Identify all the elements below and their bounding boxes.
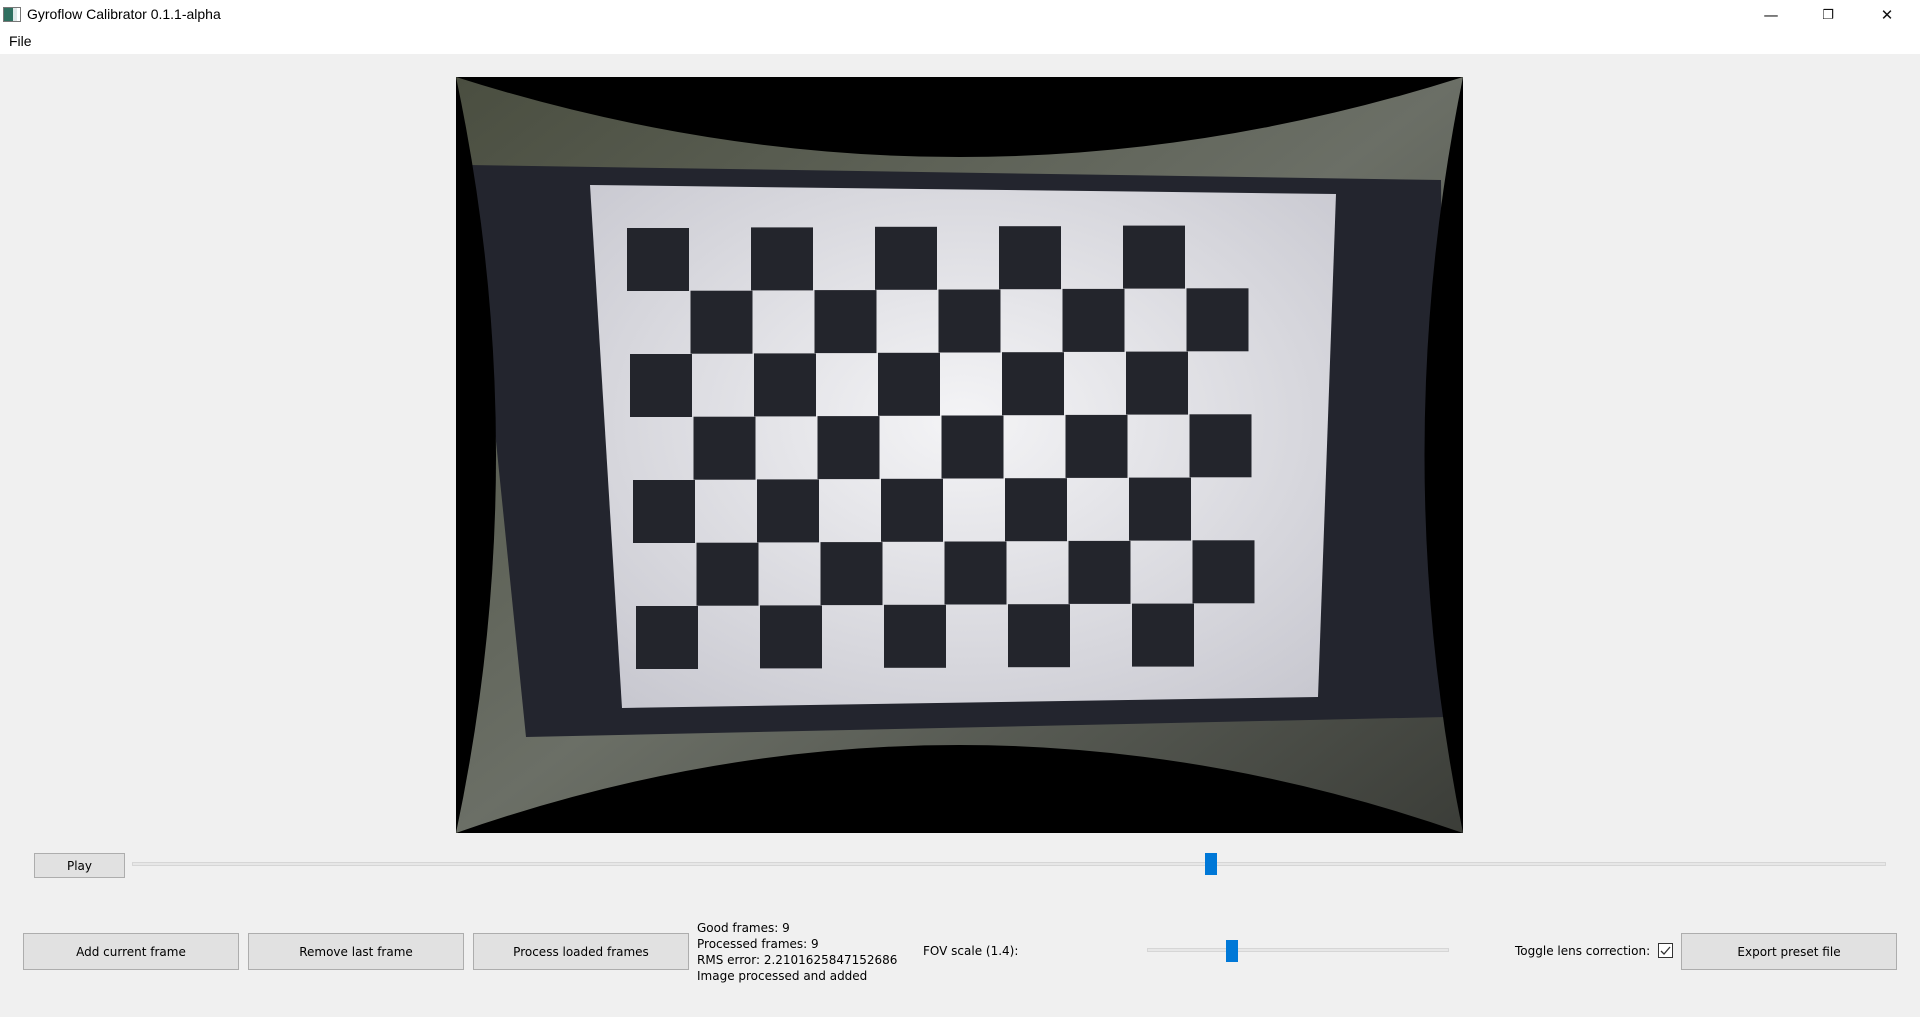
checkmark-icon [1660, 946, 1671, 955]
good-frames-text: Good frames: 9 [697, 921, 790, 935]
fov-scale-slider[interactable] [1147, 948, 1449, 952]
status-message: Image processed and added [697, 969, 868, 983]
close-button[interactable]: ✕ [1864, 0, 1910, 30]
menu-file[interactable]: File [8, 33, 33, 49]
fov-scale-label: FOV scale (1.4): [923, 944, 1019, 958]
checker-square [1005, 478, 1067, 542]
checker-square [875, 226, 937, 290]
checker-square [630, 354, 692, 417]
checker-square [1065, 414, 1128, 478]
checker-square [941, 415, 1004, 479]
restore-button[interactable]: ❐ [1805, 0, 1851, 30]
fov-scale-slider-handle[interactable] [1226, 940, 1238, 962]
checker-square [751, 227, 813, 291]
checker-square [938, 289, 1001, 353]
checker-square [878, 352, 940, 416]
checker-square [760, 605, 822, 669]
checker-square [814, 290, 877, 354]
minimize-button[interactable]: — [1748, 0, 1794, 30]
export-preset-file-button[interactable]: Export preset file [1681, 933, 1897, 970]
lens-correction-label: Toggle lens correction: [1515, 944, 1651, 958]
checker-square [884, 604, 946, 668]
checker-square [999, 226, 1061, 290]
app-icon [3, 7, 21, 22]
checker-square [817, 416, 880, 480]
checker-square [1062, 288, 1125, 352]
checker-square [1008, 604, 1070, 668]
video-preview [456, 77, 1463, 833]
checker-square [690, 290, 753, 354]
checker-square [627, 228, 689, 291]
checker-square [881, 478, 943, 542]
checker-square [696, 542, 759, 606]
timeline-slider[interactable] [132, 862, 1886, 866]
checker-square [1002, 352, 1064, 416]
checker-square [633, 480, 695, 543]
timeline-slider-handle[interactable] [1204, 853, 1217, 875]
checker-square [1186, 288, 1249, 352]
add-current-frame-button[interactable]: Add current frame [23, 933, 239, 970]
checker-square [1123, 225, 1185, 289]
title-bar: Gyroflow Calibrator 0.1.1-alpha — ❐ ✕ [0, 0, 1920, 30]
checker-square [1132, 603, 1194, 667]
checker-square [754, 353, 816, 417]
checker-square [1189, 414, 1252, 478]
checker-square [1192, 540, 1255, 604]
lens-correction-checkbox[interactable] [1658, 943, 1673, 958]
checker-square [1126, 351, 1188, 415]
remove-last-frame-button[interactable]: Remove last frame [248, 933, 464, 970]
play-button[interactable]: Play [34, 853, 125, 878]
processed-frames-text: Processed frames: 9 [697, 937, 819, 951]
checker-square [693, 416, 756, 480]
checker-square [1068, 540, 1131, 604]
checker-square [944, 541, 1007, 605]
menu-bar: File [0, 30, 1920, 54]
rms-error-text: RMS error: 2.2101625847152686 [697, 953, 898, 967]
process-loaded-frames-button[interactable]: Process loaded frames [473, 933, 689, 970]
checker-square [820, 542, 883, 606]
checker-square [757, 479, 819, 543]
checker-square [1129, 477, 1191, 541]
window-title: Gyroflow Calibrator 0.1.1-alpha [27, 6, 221, 22]
checker-square [636, 606, 698, 669]
